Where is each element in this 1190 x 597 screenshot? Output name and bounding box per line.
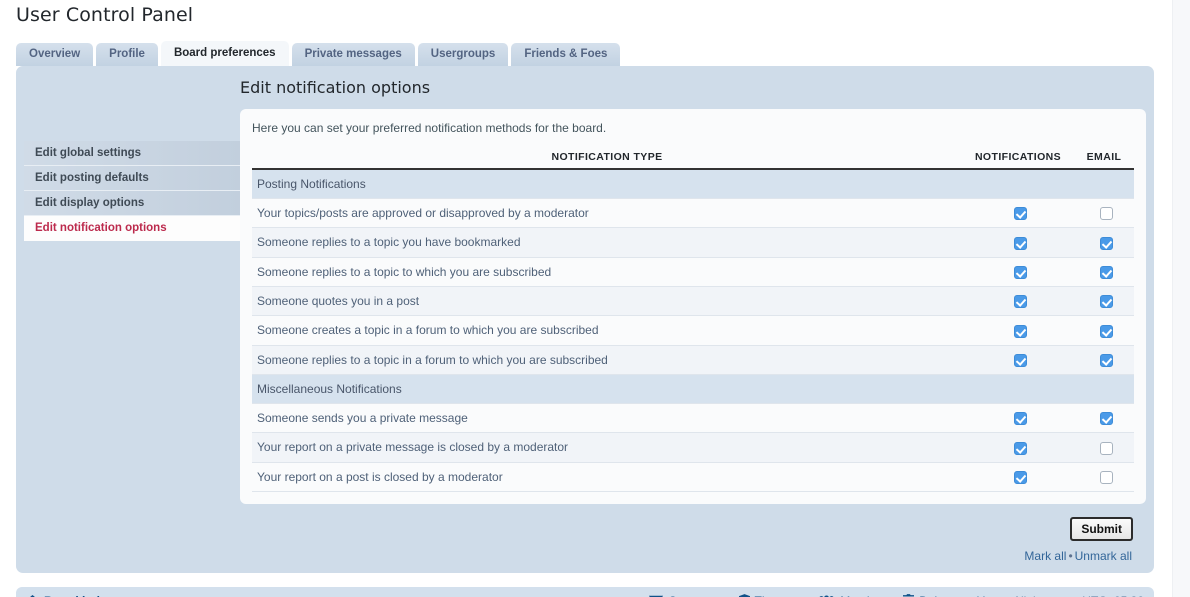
tab-profile[interactable]: Profile <box>96 43 158 66</box>
notifications-checkbox-cell <box>962 462 1074 492</box>
email-checkbox-cell <box>1074 286 1134 317</box>
email-checkbox-cell <box>1074 403 1134 434</box>
tab-usergroups[interactable]: Usergroups <box>417 43 509 66</box>
tab-private-messages[interactable]: Private messages <box>291 43 415 66</box>
notifications-checkbox[interactable] <box>1014 265 1027 279</box>
table-body: Posting Notifications Your topics/posts a… <box>252 169 1134 492</box>
table-row: Someone replies to a topic in a forum to… <box>252 345 1134 375</box>
notifications-checkbox[interactable] <box>1014 353 1027 367</box>
email-checkbox[interactable] <box>1100 441 1113 455</box>
email-checkbox-cell <box>1074 462 1134 492</box>
table-section-row: Posting Notifications <box>252 169 1134 199</box>
notifications-checkbox-cell <box>962 403 1074 434</box>
email-checkbox-cell <box>1074 227 1134 258</box>
page-right-edge <box>1172 0 1190 597</box>
panel-heading: Edit notification options <box>240 78 431 97</box>
notifications-checkbox-cell <box>962 257 1074 287</box>
notification-options-table: NOTIFICATION TYPE NOTIFICATIONS EMAIL Po… <box>252 151 1134 492</box>
notification-type-label: Someone replies to a topic to which you … <box>252 257 962 287</box>
notification-type-label: Someone creates a topic in a forum to wh… <box>252 315 962 346</box>
ucp-tabs: Overview Profile Board preferences Private … <box>16 40 1172 66</box>
notification-type-label: Someone quotes you in a post <box>252 286 962 317</box>
submit-button[interactable]: Submit <box>1070 516 1133 541</box>
table-section-row: Miscellaneous Notifications <box>252 374 1134 404</box>
notifications-checkbox[interactable] <box>1014 324 1027 338</box>
mark-all-link[interactable]: Mark all <box>1024 549 1066 563</box>
unmark-all-link[interactable]: Unmark all <box>1075 549 1132 563</box>
notifications-checkbox-cell <box>962 432 1074 463</box>
notifications-checkbox[interactable] <box>1014 236 1027 250</box>
email-checkbox[interactable] <box>1100 295 1113 309</box>
notifications-checkbox[interactable] <box>1014 441 1027 455</box>
column-header-notification-type: NOTIFICATION TYPE <box>252 151 962 170</box>
email-checkbox-cell <box>1074 345 1134 375</box>
notifications-checkbox-cell <box>962 227 1074 258</box>
email-checkbox[interactable] <box>1100 324 1113 338</box>
email-checkbox[interactable] <box>1100 236 1113 250</box>
notification-type-label: Your report on a post is closed by a mod… <box>252 462 962 492</box>
email-checkbox-cell <box>1074 257 1134 287</box>
section-label: Posting Notifications <box>252 169 1134 199</box>
content-intro: Here you can set your preferred notifica… <box>252 121 607 135</box>
notification-type-label: Your topics/posts are approved or disapp… <box>252 198 962 229</box>
table-row: Someone sends you a private message <box>252 403 1134 434</box>
sidebar-item-edit-global-settings[interactable]: Edit global settings <box>24 141 240 166</box>
table-row: Your report on a private message is clos… <box>252 432 1134 463</box>
mark-links-separator: • <box>1068 548 1073 563</box>
notification-type-label: Someone sends you a private message <box>252 403 962 434</box>
tab-overview[interactable]: Overview <box>16 43 94 66</box>
email-checkbox-cell <box>1074 198 1134 229</box>
page-root: User Control Panel Overview Profile Board … <box>0 0 1172 597</box>
table-row: Your topics/posts are approved or disapp… <box>252 198 1134 229</box>
notifications-checkbox-cell <box>962 345 1074 375</box>
table-row: Someone replies to a topic you have book… <box>252 227 1134 258</box>
section-label: Miscellaneous Notifications <box>252 374 1134 404</box>
notification-type-label: Your report on a private message is clos… <box>252 432 962 463</box>
page-title: User Control Panel <box>16 4 194 26</box>
email-checkbox-cell <box>1074 315 1134 346</box>
panel-body: Edit global settings Edit posting default… <box>24 109 1146 504</box>
table-header: NOTIFICATION TYPE NOTIFICATIONS EMAIL <box>252 151 1134 170</box>
email-checkbox[interactable] <box>1100 353 1113 367</box>
email-checkbox-cell <box>1074 432 1134 463</box>
submit-area: Submit Mark all • Unmark all <box>24 504 1146 565</box>
column-header-notifications: NOTIFICATIONS <box>962 151 1074 170</box>
email-checkbox[interactable] <box>1100 265 1113 279</box>
table-row: Someone replies to a topic to which you … <box>252 257 1134 287</box>
column-header-email: EMAIL <box>1074 151 1134 170</box>
email-checkbox[interactable] <box>1100 412 1113 426</box>
mark-links: Mark all • Unmark all <box>24 540 1132 563</box>
table-header-row: NOTIFICATION TYPE NOTIFICATIONS EMAIL <box>252 151 1134 170</box>
notifications-checkbox[interactable] <box>1014 412 1027 426</box>
table-row: Someone quotes you in a post <box>252 286 1134 317</box>
notifications-checkbox[interactable] <box>1014 207 1027 221</box>
email-checkbox[interactable] <box>1100 207 1113 221</box>
footer-navbar: Board index Contact us The team Membe <box>16 586 1154 597</box>
notification-type-label: Someone replies to a topic you have book… <box>252 227 962 258</box>
notifications-checkbox[interactable] <box>1014 295 1027 309</box>
notifications-checkbox-cell <box>962 198 1074 229</box>
sidebar-item-edit-posting-defaults[interactable]: Edit posting defaults <box>24 166 240 191</box>
content-card: Here you can set your preferred notifica… <box>240 109 1146 504</box>
tab-board-preferences[interactable]: Board preferences <box>160 41 289 66</box>
sidebar-nav: Edit global settings Edit posting default… <box>24 109 240 241</box>
sidebar-item-edit-display-options[interactable]: Edit display options <box>24 191 240 216</box>
email-checkbox[interactable] <box>1100 470 1113 484</box>
notifications-checkbox-cell <box>962 286 1074 317</box>
sidebar-item-edit-notification-options[interactable]: Edit notification options <box>24 216 240 241</box>
notifications-checkbox-cell <box>962 315 1074 346</box>
notifications-checkbox[interactable] <box>1014 470 1027 484</box>
tab-friends-foes[interactable]: Friends & Foes <box>511 43 621 66</box>
table-row: Your report on a post is closed by a mod… <box>252 462 1134 492</box>
ucp-panel: Edit notification options Edit global se… <box>16 66 1154 573</box>
table-row: Someone creates a topic in a forum to wh… <box>252 315 1134 346</box>
notification-type-label: Someone replies to a topic in a forum to… <box>252 345 962 375</box>
